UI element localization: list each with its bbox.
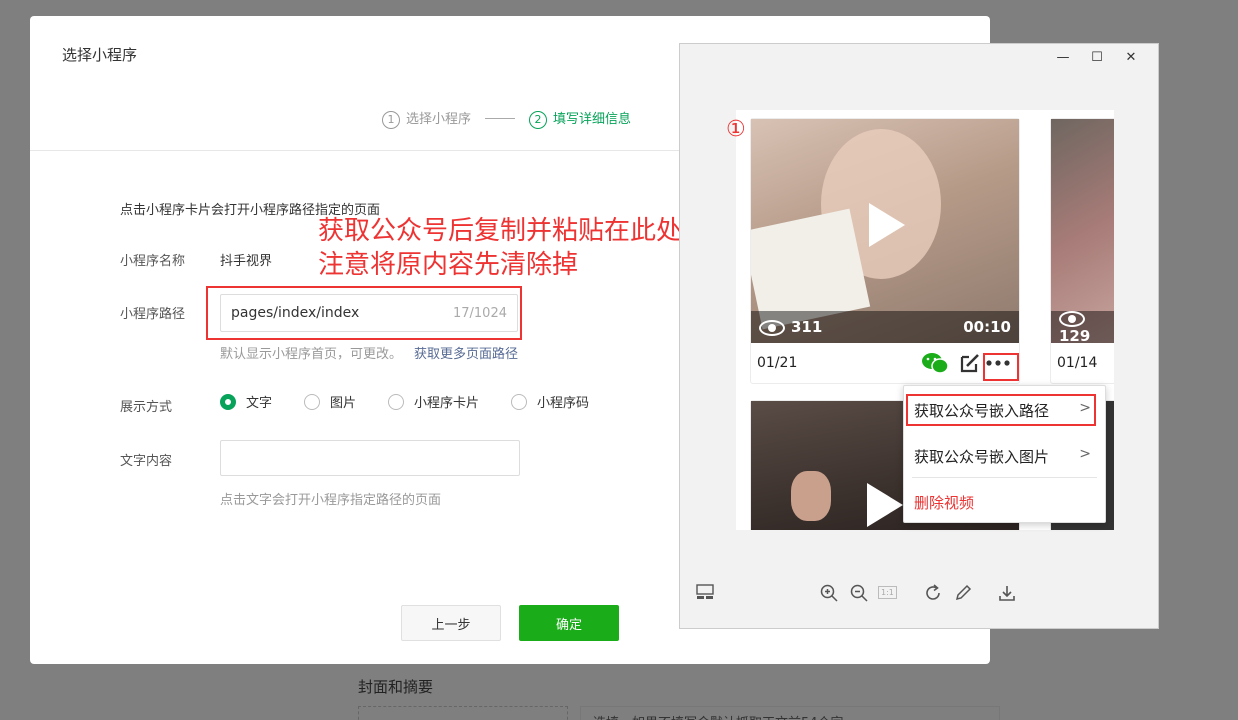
menu-highlight-box: [906, 394, 1096, 426]
menu-item-delete-video-label: 删除视频: [914, 494, 975, 512]
cover-summary-heading: 封面和摘要: [358, 678, 434, 696]
path-char-count: 17/1024: [452, 305, 507, 321]
maximize-icon[interactable]: ☐: [1080, 50, 1114, 65]
more-paths-link[interactable]: 获取更多页面路径: [414, 347, 518, 362]
radio-code[interactable]: 小程序码: [511, 392, 589, 411]
thumbnail-subject: [791, 471, 831, 521]
step-1-number: 1: [382, 111, 400, 129]
radio-image-label: 图片: [330, 396, 357, 411]
path-input[interactable]: pages/index/index 17/1024: [220, 294, 518, 332]
background-page-title: [430, 0, 760, 8]
video-thumbnail: 129: [1051, 119, 1114, 343]
confirm-button[interactable]: 确定: [519, 605, 619, 641]
video-stats-bar: 311 00:10: [751, 311, 1019, 343]
radio-dot: [388, 393, 405, 410]
window-controls: — ☐ ✕: [1046, 50, 1148, 65]
video-stats-bar: 129: [1051, 310, 1114, 343]
wechat-icon[interactable]: [921, 351, 949, 375]
step-2-label: 填写详细信息: [553, 112, 632, 127]
share-icon[interactable]: [959, 353, 981, 373]
video-thumbnail: 311 00:10: [751, 119, 1019, 343]
view-count: 311: [791, 318, 823, 336]
thumbnails-icon[interactable]: [696, 584, 714, 604]
step-indicator: 1 选择小程序 2 填写详细信息: [382, 108, 631, 129]
chevron-right-icon: >: [1079, 446, 1091, 462]
menu-item-embed-image[interactable]: 获取公众号嵌入图片: [914, 446, 1049, 467]
radio-card-label: 小程序卡片: [414, 396, 480, 411]
summary-input[interactable]: 选填，如果不填写会默认抓取正文前54个字: [580, 706, 1000, 720]
viewer-toolbar: 1:1: [680, 584, 1158, 614]
edit-icon[interactable]: [954, 584, 972, 606]
rotate-icon[interactable]: [924, 584, 942, 606]
more-options-highlight: [983, 353, 1019, 381]
close-icon[interactable]: ✕: [1114, 50, 1148, 65]
path-help: 默认显示小程序首页，可更改。 获取更多页面路径: [220, 343, 518, 362]
radio-text[interactable]: 文字: [220, 392, 272, 411]
name-value: 抖手视界: [220, 254, 273, 269]
video-date: 01/21: [757, 355, 798, 371]
menu-separator: [912, 477, 1097, 478]
eye-icon: [1059, 310, 1085, 327]
video-card[interactable]: 129 01/14: [1050, 118, 1114, 384]
step-1: 1 选择小程序: [382, 108, 471, 129]
radio-code-label: 小程序码: [537, 396, 590, 411]
step-2-number: 2: [529, 111, 548, 129]
cover-upload-area[interactable]: [358, 706, 568, 720]
video-card[interactable]: 311 00:10 01/21: [750, 118, 1020, 384]
display-label: 展示方式: [120, 400, 173, 415]
path-label: 小程序路径: [120, 307, 186, 322]
annotation-text: 获取公众号后复制并粘贴在此处， 注意将原内容先清除掉: [318, 214, 708, 282]
text-content-label: 文字内容: [120, 454, 173, 469]
radio-card[interactable]: 小程序卡片: [388, 392, 479, 411]
text-content-help: 点击文字会打开小程序指定路径的页面: [220, 493, 442, 508]
zoom-in-icon[interactable]: [820, 584, 838, 606]
eye-icon: [759, 319, 785, 336]
annotation-line-2: 注意将原内容先清除掉: [318, 250, 579, 280]
zoom-out-icon[interactable]: [850, 584, 868, 606]
radio-dot: [511, 393, 528, 410]
annotation-line-1: 获取公众号后复制并粘贴在此处，: [318, 216, 709, 246]
path-input-value: pages/index/index: [231, 305, 360, 321]
download-icon[interactable]: [998, 584, 1016, 606]
view-count: 129: [1059, 327, 1091, 343]
step-2: 2 填写详细信息: [529, 108, 631, 129]
text-content-input[interactable]: [220, 440, 520, 476]
actual-size-icon[interactable]: 1:1: [878, 586, 897, 599]
radio-image[interactable]: 图片: [304, 392, 356, 411]
step-connector: [485, 118, 516, 119]
display-options: 文字 图片 小程序卡片 小程序码: [220, 392, 621, 411]
step-1-label: 选择小程序: [406, 112, 472, 127]
menu-item-embed-image-label: 获取公众号嵌入图片: [914, 448, 1050, 466]
radio-text-label: 文字: [246, 396, 273, 411]
prev-button[interactable]: 上一步: [401, 605, 501, 641]
video-duration: 00:10: [963, 318, 1011, 336]
image-viewer-window: — ☐ ✕ 311 00:10 01/21 129 01/14 ① 1:1: [679, 43, 1159, 629]
dialog-title: 选择小程序: [62, 46, 138, 64]
play-icon: [869, 203, 905, 247]
play-icon: [867, 483, 903, 527]
radio-dot: [304, 393, 321, 410]
radio-dot: [220, 393, 236, 410]
menu-item-delete-video[interactable]: 删除视频: [914, 492, 974, 513]
name-label: 小程序名称: [120, 254, 186, 269]
path-help-text: 默认显示小程序首页，可更改。: [220, 347, 403, 362]
video-date: 01/14: [1057, 355, 1098, 371]
step-marker: ①: [726, 117, 746, 142]
minimize-icon[interactable]: —: [1046, 50, 1080, 65]
